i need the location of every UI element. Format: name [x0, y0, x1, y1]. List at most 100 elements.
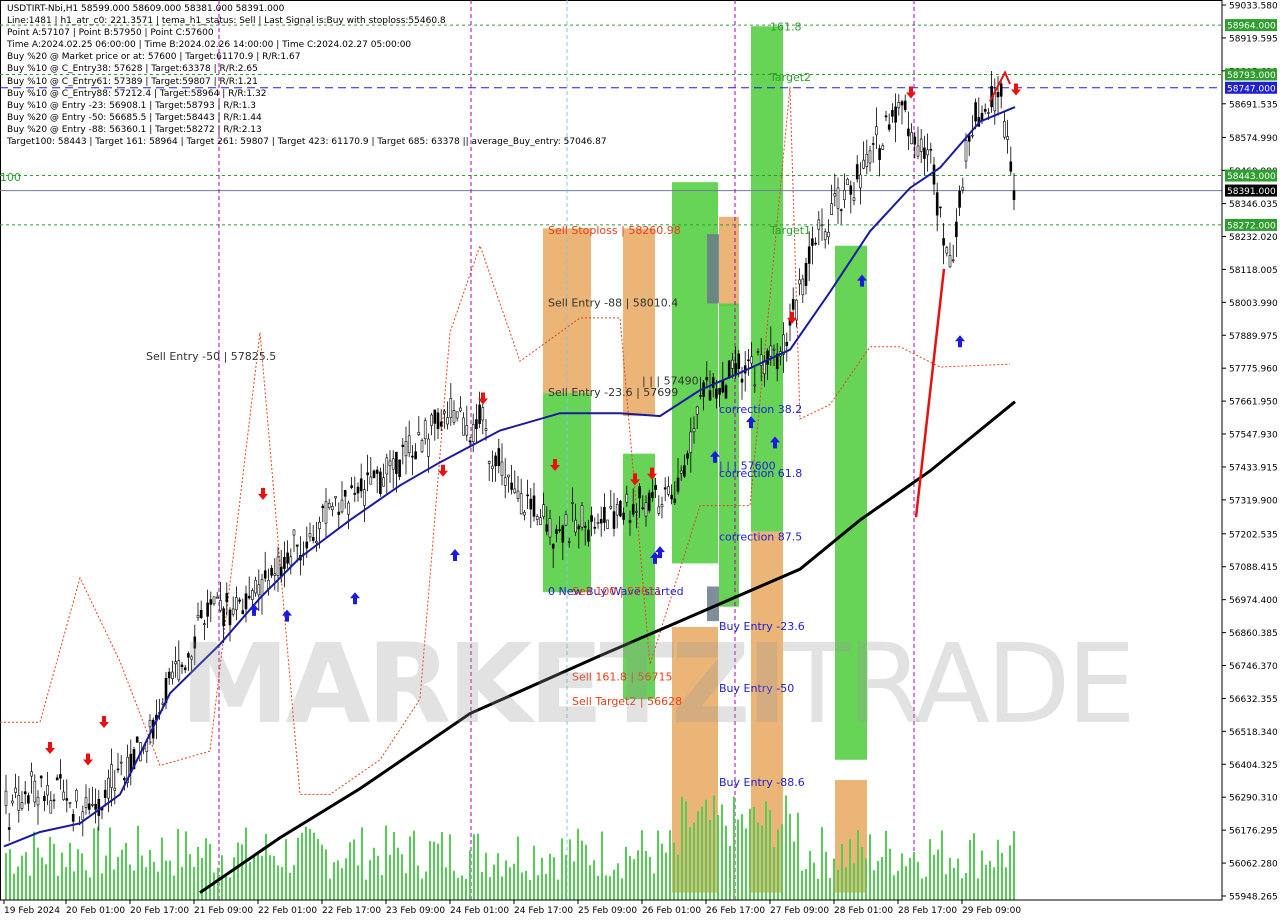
volume-bar [393, 832, 395, 900]
chart-annotation: Target1 [769, 224, 811, 237]
candle-body [478, 404, 481, 424]
volume-bar [377, 855, 379, 900]
candle-body [535, 516, 539, 520]
volume-bar [513, 863, 515, 900]
volume-bar [305, 826, 307, 900]
volume-bar [669, 830, 671, 900]
volume-bar [673, 842, 675, 900]
candle-body [433, 409, 437, 424]
candle-body [532, 495, 536, 517]
price-tick-label: 55948.265 [1229, 893, 1278, 903]
candle-body [737, 353, 741, 370]
candle-body [644, 502, 648, 517]
volume-bar [613, 869, 615, 900]
candle-body [769, 345, 773, 357]
candle-body [452, 410, 456, 423]
candle-body [244, 593, 248, 610]
volume-bar [705, 799, 707, 900]
info-line: Buy %10 @ Entry -23: 56908.1 | Target:58… [7, 100, 257, 111]
volume-bar [541, 857, 543, 900]
candle-body [23, 791, 27, 795]
volume-bar [893, 875, 895, 900]
volume-bar [557, 879, 559, 900]
volume-bar [9, 849, 11, 900]
candle-body [814, 242, 817, 245]
volume-bar [73, 871, 75, 900]
candle-body [996, 91, 1000, 98]
volume-bar [789, 813, 791, 900]
volume-bar [845, 867, 847, 900]
time-tick-label: 24 Feb 17:00 [514, 906, 573, 916]
volume-bar [565, 855, 567, 900]
chart-annotation: | | | 57490 [642, 374, 699, 387]
volume-bar [45, 864, 47, 900]
volume-bar [401, 854, 403, 900]
volume-bar [197, 846, 199, 900]
volume-bar [993, 867, 995, 900]
candle [724, 383, 728, 400]
candle-body [785, 341, 789, 347]
candle-body [651, 492, 654, 499]
volume-bar [757, 822, 759, 900]
volume-bar [497, 853, 499, 900]
candle-body [4, 790, 8, 807]
price-tick-label: 56290.310 [1229, 794, 1278, 804]
orange-strip [719, 216, 739, 307]
candle-body [907, 128, 910, 137]
volume-bar [493, 864, 495, 900]
candle [619, 499, 622, 518]
volume-bar [773, 847, 775, 900]
volume-bar [837, 869, 839, 900]
volume-bar [485, 852, 487, 900]
volume-bar [805, 868, 807, 900]
volume-bar [969, 839, 971, 900]
volume-bar [421, 878, 423, 900]
volume-bar [533, 845, 535, 900]
volume-bar [929, 839, 931, 900]
candle-body [446, 417, 449, 425]
candle-body [683, 465, 686, 477]
candle-body [206, 602, 209, 617]
candle-body [385, 457, 389, 475]
candle-body [235, 597, 238, 611]
candle-body [875, 126, 878, 136]
candle-body [817, 219, 821, 230]
volume-bar [1013, 831, 1015, 900]
volume-bar [353, 839, 355, 900]
volume-bar [793, 841, 795, 900]
candle-body [468, 440, 472, 443]
volume-bar [201, 857, 203, 900]
chart-annotation: Sell Entry -23.6 | 57699 [548, 386, 678, 399]
info-line: Buy %10 @ C_Entry88: 57212.4 | Target:58… [7, 88, 267, 99]
candle-body [286, 552, 289, 564]
candle-body [529, 498, 533, 510]
volume-bar [373, 847, 375, 900]
candle-body [727, 360, 731, 378]
candle-body [471, 424, 475, 443]
candle-body [609, 506, 613, 509]
candle-body [625, 493, 629, 503]
candle-body [36, 796, 40, 806]
volume-bar [989, 861, 991, 900]
candle-body [411, 455, 414, 458]
price-tick-label: 57319.900 [1229, 496, 1278, 506]
candle-body [583, 526, 587, 528]
volume-bar [369, 860, 371, 900]
volume-bar [193, 867, 195, 900]
volume-bar [237, 842, 239, 900]
volume-bar [777, 829, 779, 900]
candle-body [417, 431, 421, 435]
candle-body [363, 489, 366, 506]
volume-bar [525, 870, 527, 900]
candle-body [542, 504, 545, 517]
volume-bar [397, 847, 399, 900]
volume-bar [561, 838, 563, 900]
volume-bar [921, 878, 923, 900]
candle-body [590, 515, 593, 522]
volume-bar [385, 825, 387, 900]
candle-body [27, 795, 30, 804]
volume-bar [729, 845, 731, 900]
candle-body [462, 417, 465, 436]
candle-body [343, 490, 347, 497]
candle-body [801, 278, 805, 296]
